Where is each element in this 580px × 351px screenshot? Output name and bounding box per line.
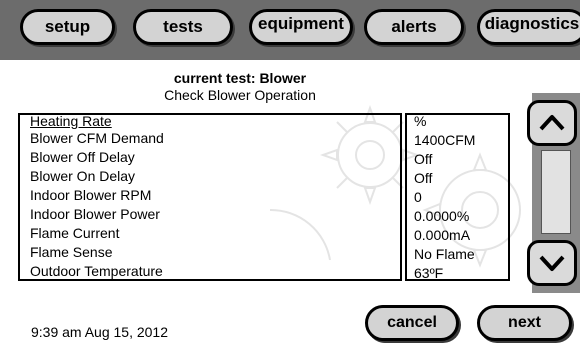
scrollbar-track[interactable]: [541, 150, 571, 234]
tab-alerts[interactable]: alerts: [364, 9, 464, 45]
next-button[interactable]: next: [477, 305, 572, 341]
parameter-name: Blower CFM Demand: [30, 130, 164, 146]
scroll-down-button[interactable]: [527, 240, 577, 286]
tab-diagnostics[interactable]: diagnostics: [477, 9, 580, 45]
parameter-value: %: [414, 113, 427, 129]
parameter-name: Flame Current: [30, 225, 120, 241]
tab-tests[interactable]: tests: [133, 9, 233, 45]
cancel-button[interactable]: cancel: [365, 305, 459, 341]
chevron-up-icon: [539, 115, 565, 131]
parameter-name[interactable]: Heating Rate: [30, 113, 112, 129]
current-test-description: Check Blower Operation: [164, 87, 316, 103]
parameter-value: 63ºF: [414, 265, 444, 281]
parameter-value: 0.0000%: [414, 208, 470, 224]
scroll-up-button[interactable]: [527, 100, 577, 146]
parameter-value: No Flame: [414, 246, 475, 262]
parameter-values-panel: % 1400CFM Off Off 0 0.0000% 0.000mA No F…: [405, 113, 510, 281]
parameter-value: Off: [414, 151, 433, 167]
parameter-value: 1400CFM: [414, 132, 476, 148]
parameter-names-panel: Heating Rate Blower CFM Demand Blower Of…: [18, 113, 402, 281]
parameter-name: Blower Off Delay: [30, 149, 135, 165]
datetime-display: 9:39 am Aug 15, 2012: [31, 324, 168, 340]
chevron-down-icon: [539, 255, 565, 271]
parameter-value: Off: [414, 170, 433, 186]
parameter-name: Flame Sense: [30, 244, 113, 260]
tab-setup[interactable]: setup: [20, 9, 115, 45]
parameter-name: Indoor Blower RPM: [30, 187, 152, 203]
parameter-name: Outdoor Temperature: [30, 263, 163, 279]
parameter-name: Indoor Blower Power: [30, 206, 160, 222]
tab-equipment[interactable]: equipment: [249, 9, 353, 45]
parameter-name: Blower On Delay: [30, 168, 136, 184]
parameter-value: 0.000mA: [414, 227, 471, 243]
parameter-value: 0: [414, 189, 422, 205]
current-test-title: current test: Blower: [173, 70, 307, 86]
